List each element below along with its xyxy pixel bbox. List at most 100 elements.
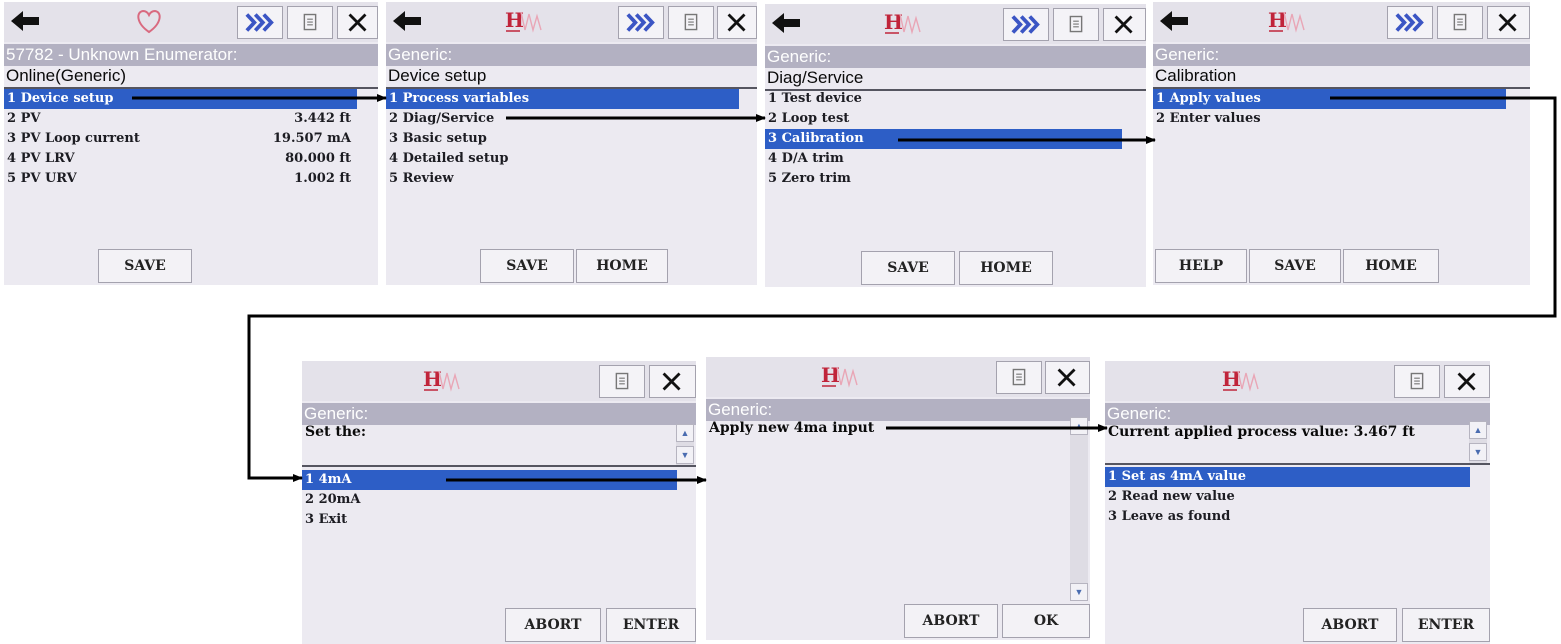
svg-text:H: H (1222, 367, 1241, 391)
prompt-text: Current applied process value: 3.467 ft (1108, 424, 1415, 440)
prompt-scrollbar[interactable]: ▲ ▼ (1070, 417, 1088, 601)
forward-button[interactable] (1003, 8, 1049, 41)
svg-text:H: H (884, 10, 903, 34)
menu-item-basic-setup[interactable]: 3 Basic setup (386, 129, 757, 149)
menu-item-value: 1.002 ft (294, 171, 351, 186)
close-icon (1457, 372, 1476, 391)
save-button[interactable]: SAVE (861, 251, 955, 285)
toolbar: H (1105, 361, 1490, 401)
divider (1105, 463, 1490, 465)
close-button[interactable] (649, 365, 696, 398)
scroll-up-icon[interactable]: ▲ (676, 424, 694, 442)
document-button[interactable] (996, 361, 1042, 394)
menu-item-zero-trim[interactable]: 5 Zero trim (765, 169, 1146, 189)
menu-item-pv-loop-current[interactable]: 3 PV Loop current 19.507 mA (4, 129, 357, 149)
scroll-down-icon[interactable]: ▼ (1070, 583, 1088, 601)
document-button[interactable] (287, 6, 333, 39)
scroll-up-icon[interactable]: ▲ (1070, 417, 1088, 435)
prompt-scrollbar[interactable]: ▲ ▼ (676, 424, 694, 465)
toolbar: H (765, 4, 1146, 44)
scroll-up-icon[interactable]: ▲ (1469, 421, 1487, 439)
menu-item-test-device[interactable]: 1 Test device (765, 89, 1146, 109)
left-arrow-icon[interactable] (8, 7, 42, 35)
menu-item-exit[interactable]: 3 Exit (302, 510, 696, 530)
menu-item-pv-lrv[interactable]: 4 PV LRV 80.000 ft (4, 149, 357, 169)
menu-list: 1 Set as 4mA value 2 Read new value 3 Le… (1105, 467, 1490, 527)
button-bar: ABORT OK (706, 602, 1090, 640)
menu-item-read-new-value[interactable]: 2 Read new value (1105, 487, 1490, 507)
document-button[interactable] (599, 365, 645, 398)
close-button[interactable] (1045, 361, 1090, 394)
forward-button[interactable] (237, 6, 283, 39)
screen-subtitle: Device setup (388, 66, 487, 85)
prompt-text: Set the: (305, 424, 367, 440)
menu-list: 1 Test device 2 Loop test 3 Calibration … (765, 89, 1146, 189)
close-button[interactable] (717, 6, 757, 39)
abort-button[interactable]: ABORT (505, 608, 601, 642)
abort-button[interactable]: ABORT (1303, 608, 1397, 642)
menu-item-device-setup[interactable]: 1 Device setup (4, 89, 357, 109)
screen-title: 57782 - Unknown Enumerator: (4, 44, 378, 66)
close-icon (348, 13, 367, 32)
prompt-scrollbar[interactable]: ▲ ▼ (1469, 421, 1487, 463)
document-button[interactable] (1394, 365, 1440, 398)
menu-item-pv[interactable]: 2 PV 3.442 ft (4, 109, 357, 129)
document-icon (1069, 15, 1083, 33)
menu-item-20ma[interactable]: 2 20mA (302, 490, 696, 510)
menu-item-calibration[interactable]: 3 Calibration (765, 129, 1122, 149)
hart-logo: H (821, 363, 858, 388)
document-button[interactable] (1053, 8, 1099, 41)
left-arrow-icon[interactable] (390, 7, 424, 35)
scroll-down-icon[interactable]: ▼ (676, 446, 694, 464)
menu-item-diag-service[interactable]: 2 Diag/Service (386, 109, 757, 129)
toolbar: H (386, 2, 757, 42)
screen-subtitle: Calibration (1155, 66, 1237, 85)
document-button[interactable] (668, 6, 714, 39)
close-button[interactable] (337, 6, 378, 39)
forward-chevrons-icon (245, 13, 274, 32)
close-button[interactable] (1487, 6, 1530, 39)
close-icon (727, 13, 746, 32)
home-button[interactable]: HOME (959, 251, 1053, 285)
menu-item-leave-as-found[interactable]: 3 Leave as found (1105, 507, 1490, 527)
menu-item-set-as-4ma[interactable]: 1 Set as 4mA value (1105, 467, 1470, 487)
forward-button[interactable] (1387, 6, 1433, 39)
save-button[interactable]: SAVE (1249, 249, 1341, 283)
heart-icon[interactable] (132, 6, 166, 36)
enter-button[interactable]: ENTER (606, 608, 696, 642)
document-icon (615, 372, 629, 390)
screen-title: Generic: (302, 403, 696, 425)
menu-item-4ma[interactable]: 1 4mA (302, 470, 677, 490)
home-button[interactable]: HOME (1343, 249, 1439, 283)
button-bar: SAVE HOME (765, 249, 1146, 287)
enter-button[interactable]: ENTER (1402, 608, 1490, 642)
home-button[interactable]: HOME (576, 249, 668, 283)
document-icon (303, 13, 317, 31)
menu-item-review[interactable]: 5 Review (386, 169, 757, 189)
menu-item-loop-test[interactable]: 2 Loop test (765, 109, 1146, 129)
menu-item-enter-values[interactable]: 2 Enter values (1153, 109, 1530, 129)
left-arrow-icon[interactable] (769, 9, 803, 37)
scroll-down-icon[interactable]: ▼ (1469, 443, 1487, 461)
close-button[interactable] (1444, 365, 1490, 398)
menu-item-detailed-setup[interactable]: 4 Detailed setup (386, 149, 757, 169)
menu-item-da-trim[interactable]: 4 D/A trim (765, 149, 1146, 169)
menu-item-apply-values[interactable]: 1 Apply values (1153, 89, 1506, 109)
save-button[interactable]: SAVE (480, 249, 574, 283)
toolbar: H (302, 361, 696, 401)
screen-title: Generic: (1105, 403, 1490, 425)
save-button[interactable]: SAVE (98, 249, 192, 283)
left-arrow-icon[interactable] (1157, 7, 1191, 35)
menu-item-pv-urv[interactable]: 5 PV URV 1.002 ft (4, 169, 357, 189)
abort-button[interactable]: ABORT (904, 604, 998, 638)
close-icon (662, 372, 681, 391)
close-button[interactable] (1103, 8, 1146, 41)
forward-button[interactable] (618, 6, 664, 39)
document-button[interactable] (1437, 6, 1483, 39)
ok-button[interactable]: OK (1002, 604, 1090, 638)
svg-text:H: H (423, 367, 442, 391)
close-icon (1498, 13, 1517, 32)
help-button[interactable]: HELP (1155, 249, 1247, 283)
menu-item-process-variables[interactable]: 1 Process variables (386, 89, 739, 109)
screen-subtitle: Diag/Service (767, 68, 864, 87)
